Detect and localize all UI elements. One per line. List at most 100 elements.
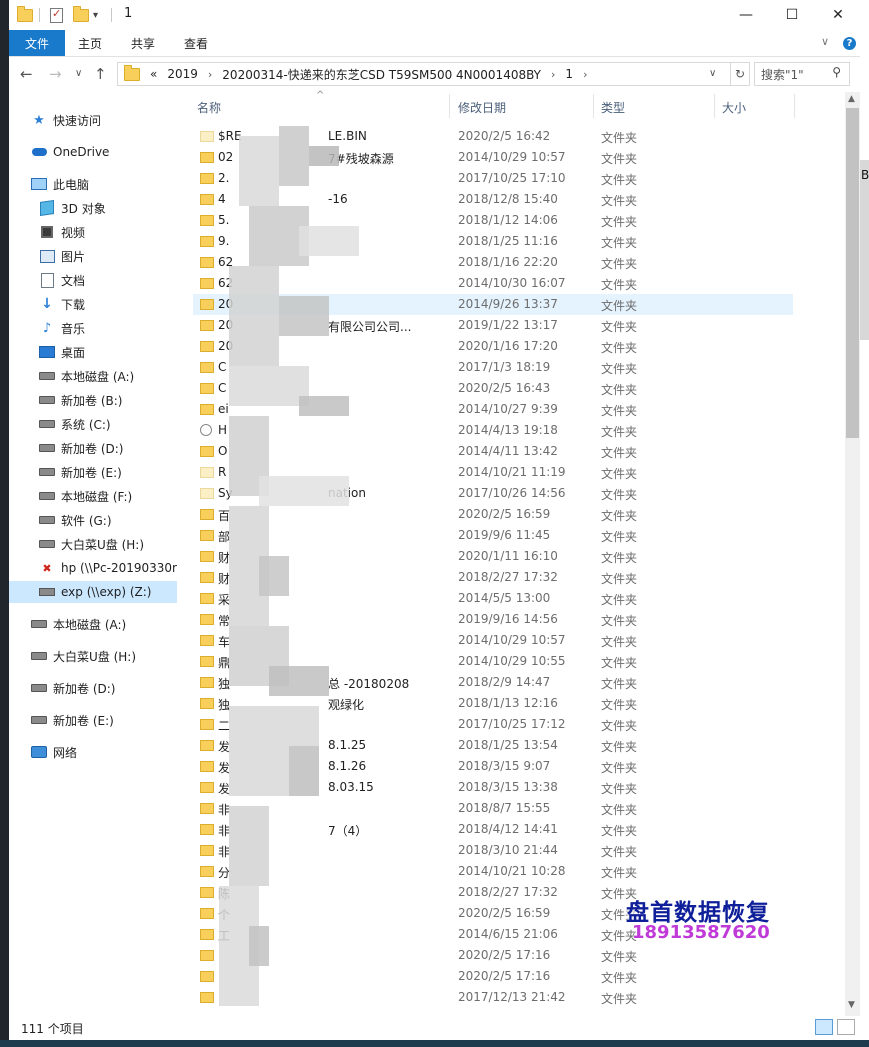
refresh-button[interactable]: ↻ xyxy=(731,62,750,86)
nav-exp-network[interactable]: exp (\\exp) (Z:) xyxy=(9,581,177,603)
table-row[interactable]: 发 8.1.25 2018/1/25 13:54 文件夹 xyxy=(193,735,793,756)
nav-drive-b[interactable]: 新加卷 (B:) xyxy=(39,389,179,411)
nav-this-pc[interactable]: 此电脑 xyxy=(31,173,179,195)
table-row[interactable]: 2. 2017/10/25 17:10 文件夹 xyxy=(193,168,793,189)
table-row[interactable]: 2020/2/5 17:16 文件夹 xyxy=(193,945,793,966)
table-row[interactable]: 2017/12/13 21:42 文件夹 xyxy=(193,987,793,1008)
nav-drive-e[interactable]: 新加卷 (E:) xyxy=(39,461,179,483)
tab-file[interactable]: 文件 xyxy=(9,30,65,56)
table-row[interactable]: 20 2014/9/26 13:37 文件夹 xyxy=(193,294,793,315)
back-icon[interactable]: ← xyxy=(20,65,33,83)
nav-documents[interactable]: 文档 xyxy=(39,269,179,291)
nav-downloads[interactable]: ↓ 下载 xyxy=(39,293,179,315)
tab-home[interactable]: 主页 xyxy=(78,30,102,56)
table-row[interactable]: 4 -16 2018/12/8 15:40 文件夹 xyxy=(193,189,793,210)
recent-locations-icon[interactable]: ∨ xyxy=(75,68,82,79)
column-divider[interactable] xyxy=(449,94,450,118)
up-icon[interactable]: ↑ xyxy=(94,65,107,83)
table-row[interactable]: 发 8.03.15 2018/3/15 13:38 文件夹 xyxy=(193,777,793,798)
table-row[interactable]: 二 2017/10/25 17:12 文件夹 xyxy=(193,714,793,735)
close-button[interactable]: ✕ xyxy=(815,0,861,30)
address-bar[interactable]: « 2019 › 20200314-快递来的东芝CSD T59SM500 4N0… xyxy=(117,62,731,86)
breadcrumb-folder[interactable]: 20200314-快递来的东芝CSD T59SM500 4N0001408BY xyxy=(222,66,541,83)
table-row[interactable]: 62 2014/10/30 16:07 文件夹 xyxy=(193,273,793,294)
table-row[interactable]: 分 2014/10/21 10:28 文件夹 xyxy=(193,861,793,882)
nav-music[interactable]: ♪ 音乐 xyxy=(39,317,179,339)
table-row[interactable]: C 2017/1/3 18:19 文件夹 xyxy=(193,357,793,378)
vertical-scrollbar[interactable]: ▲ ▼ xyxy=(845,92,860,1016)
scroll-up-icon[interactable]: ▲ xyxy=(848,94,855,104)
table-row[interactable]: 非 2018/3/10 21:44 文件夹 xyxy=(193,840,793,861)
chevron-right-icon[interactable]: › xyxy=(551,68,555,81)
nav-drive-h[interactable]: 大白菜U盘 (H:) xyxy=(39,533,179,555)
nav-pictures[interactable]: 图片 xyxy=(39,245,179,267)
table-row[interactable]: 发 8.1.26 2018/3/15 9:07 文件夹 xyxy=(193,756,793,777)
nav-3d-objects[interactable]: 3D 对象 xyxy=(39,197,179,219)
table-row[interactable]: 财 2018/2/27 17:32 文件夹 xyxy=(193,567,793,588)
search-input[interactable]: 搜索"1" ⚲ xyxy=(754,62,850,86)
large-icons-view-button[interactable] xyxy=(837,1019,855,1035)
column-header-size[interactable]: 大小 xyxy=(722,99,746,116)
chevron-right-icon[interactable]: › xyxy=(583,68,587,81)
table-row[interactable]: C 2020/2/5 16:43 文件夹 xyxy=(193,378,793,399)
new-folder-icon[interactable] xyxy=(73,5,89,23)
chevron-right-icon[interactable]: › xyxy=(208,68,212,81)
table-row[interactable]: 20 有限公司公司... 2019/1/22 13:17 文件夹 xyxy=(193,315,793,336)
nav-drive-a-2[interactable]: 本地磁盘 (A:) xyxy=(31,613,179,635)
expand-ribbon-icon[interactable]: ∨ xyxy=(821,35,829,48)
table-row[interactable]: 5. 2018/1/12 14:06 文件夹 xyxy=(193,210,793,231)
nav-drive-c[interactable]: 系统 (C:) xyxy=(39,413,179,435)
table-row[interactable]: 9. 2018/1/25 11:16 文件夹 xyxy=(193,231,793,252)
scroll-thumb[interactable] xyxy=(846,108,859,438)
column-header-date[interactable]: 修改日期 xyxy=(458,99,506,116)
table-row[interactable]: 独 观绿化 2018/1/13 12:16 文件夹 xyxy=(193,693,793,714)
nav-hp-network[interactable]: ✖ hp (\\Pc-20190330r xyxy=(39,557,179,579)
nav-drive-g[interactable]: 软件 (G:) xyxy=(39,509,179,531)
column-header-type[interactable]: 类型 xyxy=(601,99,625,116)
nav-drive-d-2[interactable]: 新加卷 (D:) xyxy=(31,677,179,699)
help-icon[interactable]: ? xyxy=(843,37,856,50)
table-row[interactable]: 62 2018/1/16 22:20 文件夹 xyxy=(193,252,793,273)
table-row[interactable]: 非 2018/8/7 15:55 文件夹 xyxy=(193,798,793,819)
table-row[interactable]: H 2014/4/13 19:18 文件夹 xyxy=(193,420,793,441)
qa-folder-icon[interactable] xyxy=(17,5,33,23)
table-row[interactable]: 02 7#残坡森源 2014/10/29 10:57 文件夹 xyxy=(193,147,793,168)
nav-desktop[interactable]: 桌面 xyxy=(39,341,179,363)
nav-drive-a[interactable]: 本地磁盘 (A:) xyxy=(39,365,179,387)
customize-qa-icon[interactable]: ▾ xyxy=(93,7,98,23)
table-row[interactable]: 鼎 2014/10/29 10:55 文件夹 xyxy=(193,651,793,672)
details-view-button[interactable] xyxy=(815,1019,833,1035)
tab-share[interactable]: 共享 xyxy=(131,30,155,56)
nav-drive-e-2[interactable]: 新加卷 (E:) xyxy=(31,709,179,731)
table-row[interactable]: ei 2014/10/27 9:39 文件夹 xyxy=(193,399,793,420)
column-divider[interactable] xyxy=(794,94,795,118)
table-row[interactable]: 非 7（4） 2018/4/12 14:41 文件夹 xyxy=(193,819,793,840)
table-row[interactable]: R 2014/10/21 11:19 文件夹 xyxy=(193,462,793,483)
table-row[interactable]: 2020/2/5 17:16 文件夹 xyxy=(193,966,793,987)
column-divider[interactable] xyxy=(714,94,715,118)
nav-drive-d[interactable]: 新加卷 (D:) xyxy=(39,437,179,459)
nav-onedrive[interactable]: OneDrive xyxy=(31,141,179,163)
tab-view[interactable]: 查看 xyxy=(184,30,208,56)
forward-icon[interactable]: → xyxy=(49,65,62,83)
table-row[interactable]: 20 2020/1/16 17:20 文件夹 xyxy=(193,336,793,357)
nav-videos[interactable]: 视频 xyxy=(39,221,179,243)
nav-drive-f[interactable]: 本地磁盘 (F:) xyxy=(39,485,179,507)
table-row[interactable]: Sy nation 2017/10/26 14:56 文件夹 xyxy=(193,483,793,504)
table-row[interactable]: O 2014/4/11 13:42 文件夹 xyxy=(193,441,793,462)
maximize-button[interactable]: ☐ xyxy=(769,0,815,30)
address-dropdown-icon[interactable]: ∨ xyxy=(709,68,716,79)
table-row[interactable]: $RE LE.BIN 2020/2/5 16:42 文件夹 xyxy=(193,126,793,147)
table-row[interactable]: 百 2020/2/5 16:59 文件夹 xyxy=(193,504,793,525)
column-header-name[interactable]: 名称 xyxy=(197,99,221,116)
table-row[interactable]: 常 2019/9/16 14:56 文件夹 xyxy=(193,609,793,630)
column-divider[interactable] xyxy=(593,94,594,118)
table-row[interactable]: 部 2019/9/6 11:45 文件夹 xyxy=(193,525,793,546)
nav-drive-h-2[interactable]: 大白菜U盘 (H:) xyxy=(31,645,179,667)
table-row[interactable]: 采 2014/5/5 13:00 文件夹 xyxy=(193,588,793,609)
breadcrumb-overflow[interactable]: « xyxy=(150,67,157,81)
nav-quick-access[interactable]: ★ 快速访问 xyxy=(31,109,179,131)
table-row[interactable]: 车 2014/10/29 10:57 文件夹 xyxy=(193,630,793,651)
nav-network[interactable]: 网络 xyxy=(31,741,179,763)
properties-icon[interactable] xyxy=(50,7,63,23)
